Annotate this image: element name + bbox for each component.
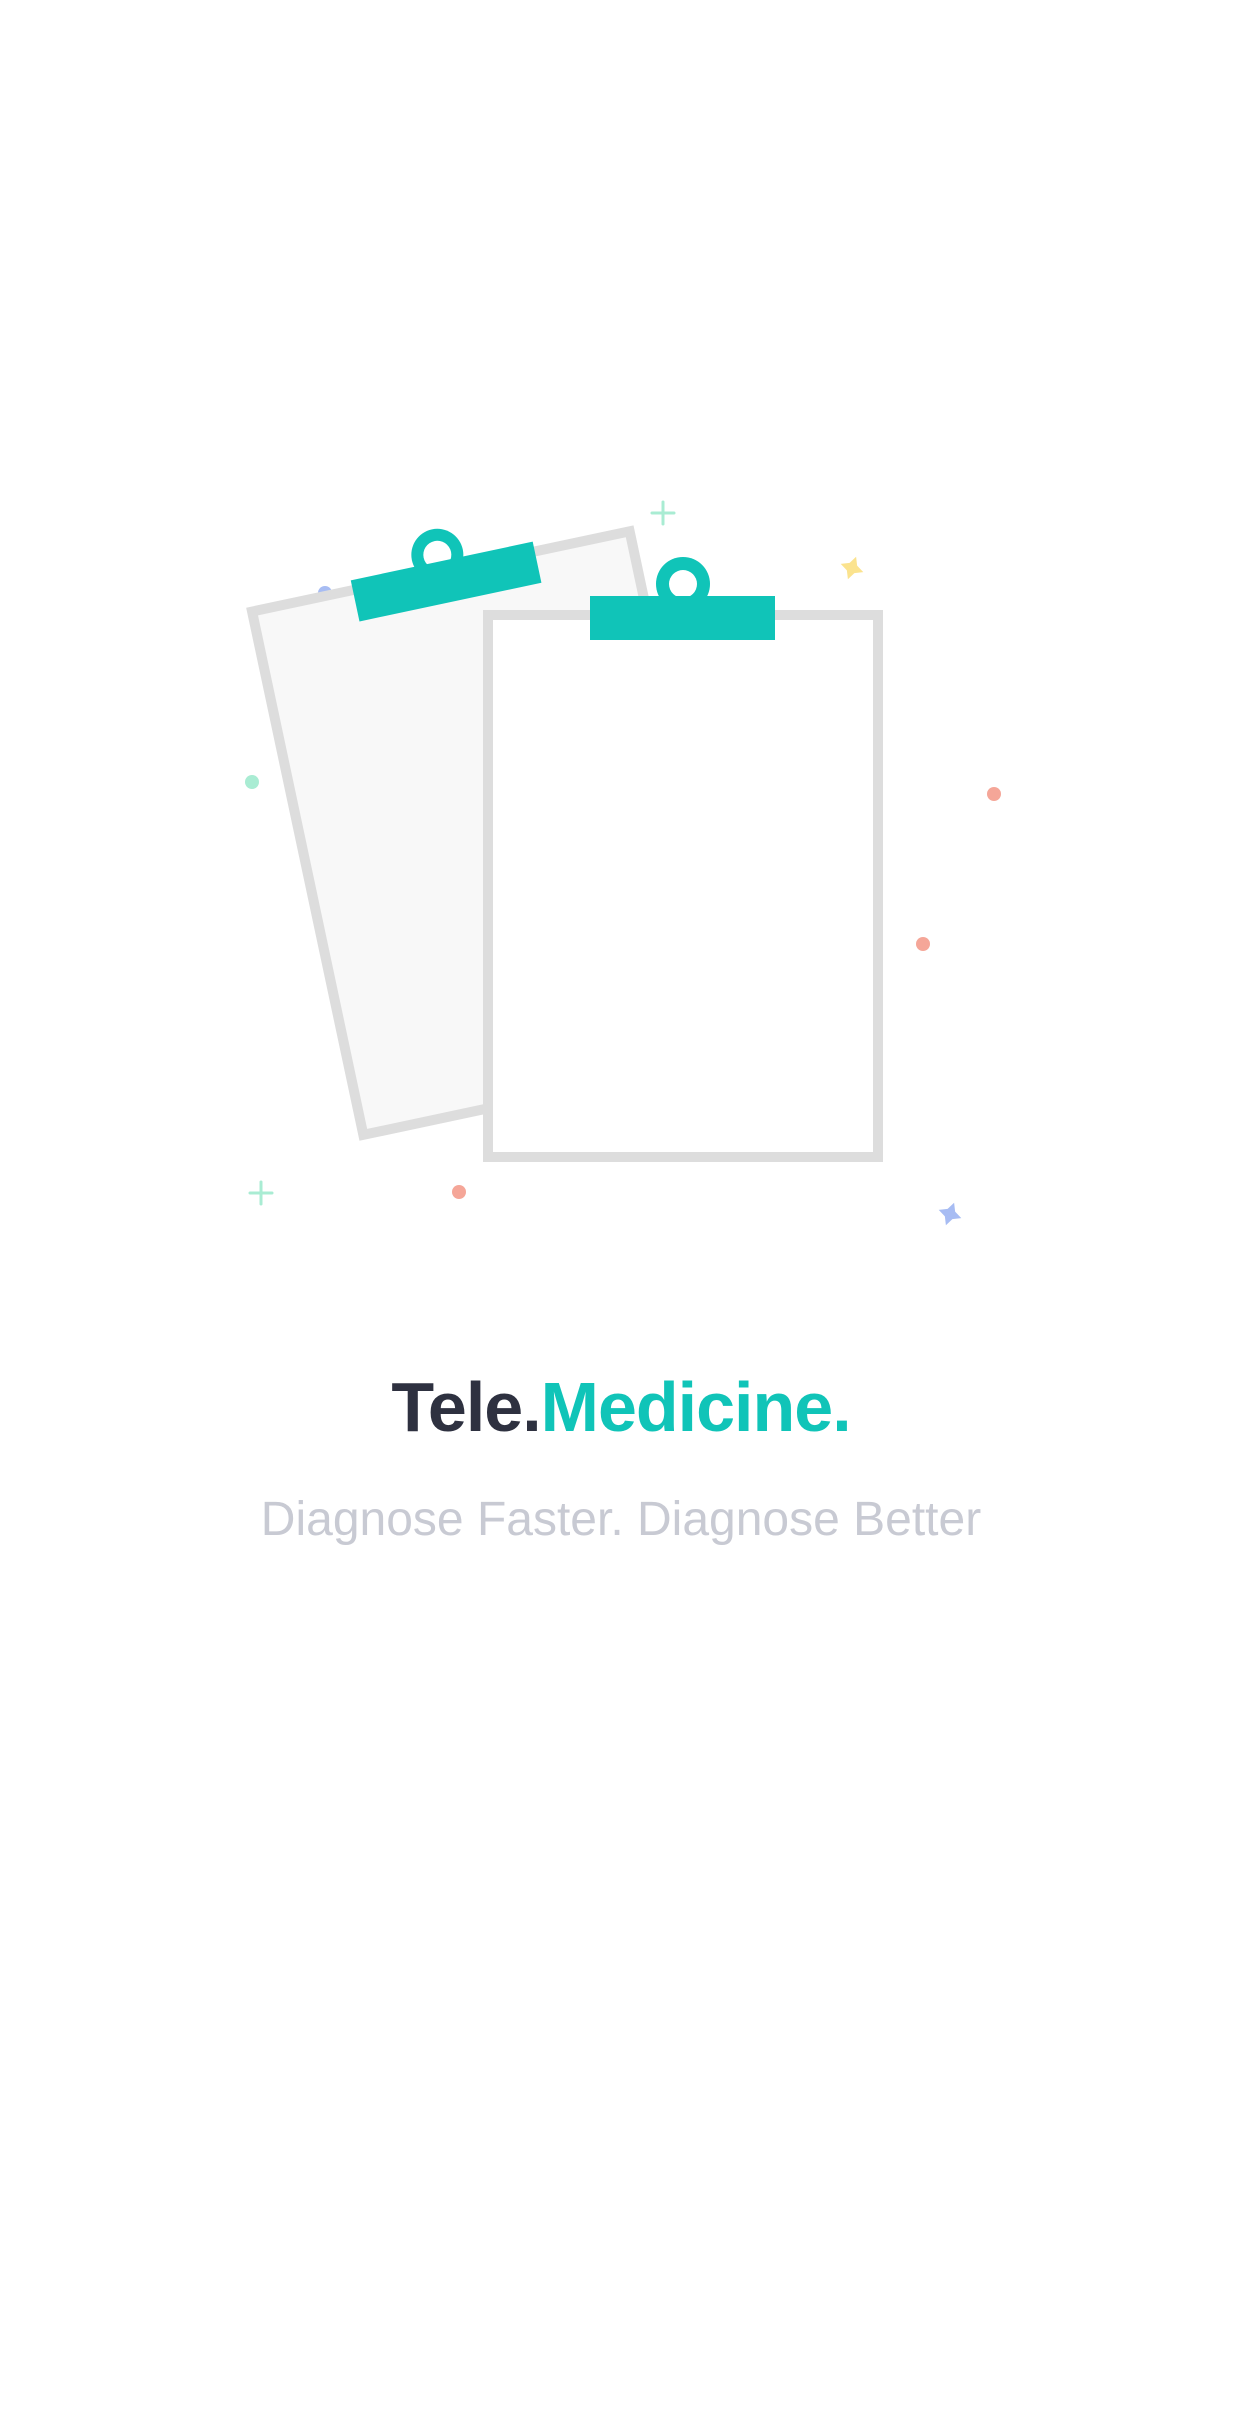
- dot-icon: [987, 787, 1001, 801]
- sparkle-star-icon: [840, 556, 864, 580]
- app-brand-title: Tele.Medicine.: [0, 1362, 1242, 1452]
- clipboard-front-icon: [483, 557, 883, 1162]
- app-tagline: Diagnose Faster. Diagnose Better: [260, 1493, 982, 1546]
- splash-screen: Tele.Medicine. Diagnose Faster. Diagnose…: [0, 0, 1242, 2436]
- dot-icon: [245, 775, 259, 789]
- brand-title-part-2: Medicine.: [540, 1368, 852, 1446]
- clipboards-illustration: [245, 500, 1001, 1226]
- sparkle-plus-icon: [650, 500, 676, 526]
- sparkle-star-icon: [938, 1202, 962, 1226]
- sparkle-plus-icon: [248, 1180, 274, 1206]
- dot-icon: [916, 937, 930, 951]
- brand-title-part-1: Tele.: [391, 1368, 541, 1446]
- dot-icon: [452, 1185, 466, 1199]
